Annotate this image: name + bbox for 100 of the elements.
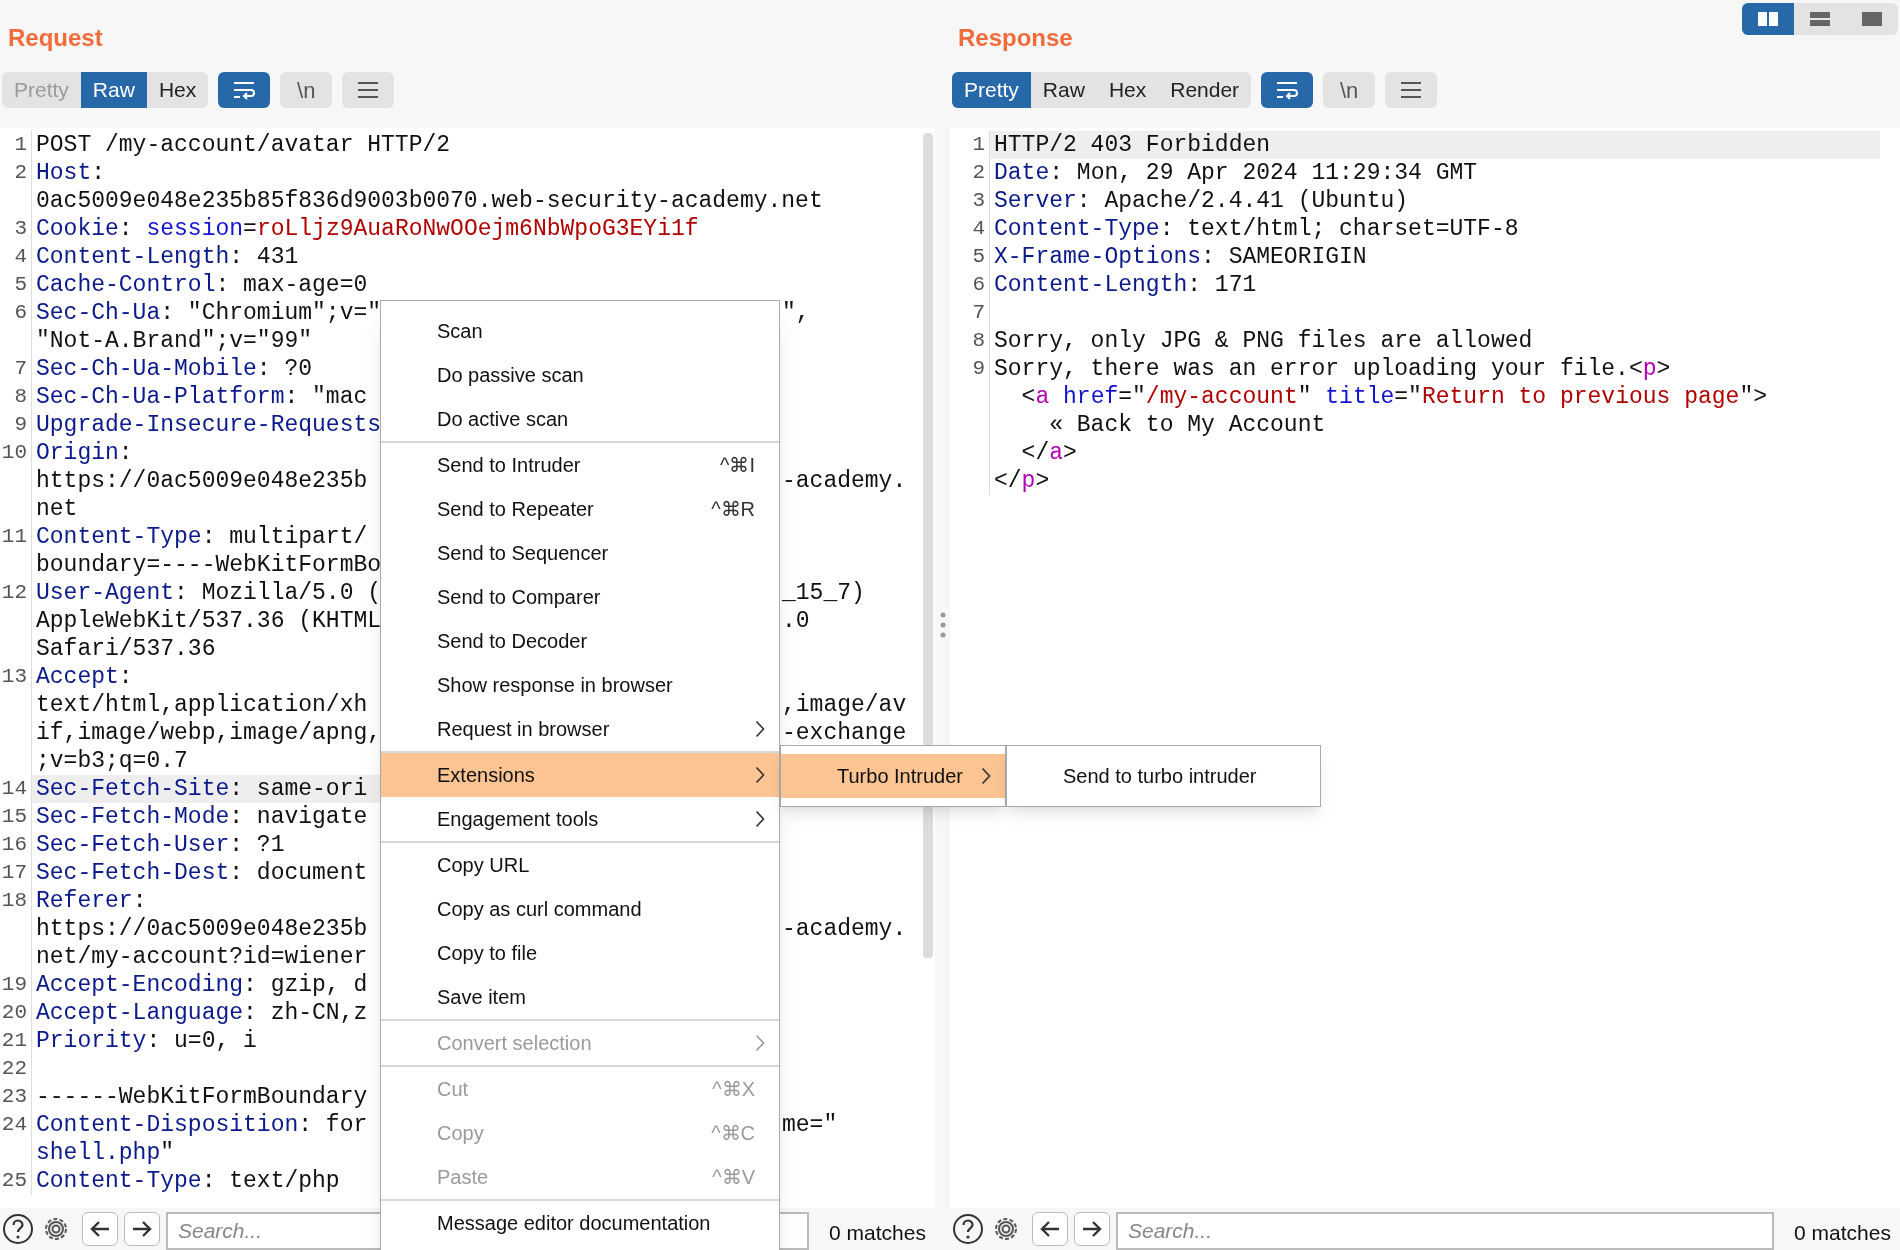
view-tab[interactable]: Raw <box>1030 72 1097 108</box>
layout-button[interactable] <box>1742 3 1794 35</box>
code-text: -exchange <box>782 720 907 746</box>
view-tab[interactable]: Raw <box>80 72 147 108</box>
menu-item[interactable]: Copy to file <box>381 931 779 975</box>
code-text: Sec-Ch-Ua-Mobile: ?0 <box>36 356 313 382</box>
code-text: Sec-Fetch-User: ?1 <box>36 832 285 858</box>
line-number: 16 <box>1 833 27 856</box>
code-text: Cache-Control: max-age=0 <box>36 272 368 298</box>
next-button[interactable] <box>1074 1212 1110 1246</box>
view-tab[interactable]: Pretty <box>952 72 1031 108</box>
code-text: ", <box>782 300 810 326</box>
line-number: 25 <box>1 1169 27 1192</box>
code-text: Content-Length: 431 <box>36 244 299 270</box>
code-text: Accept-Language: zh-CN,z <box>36 1000 368 1026</box>
code-text: _15_7) <box>782 580 865 606</box>
next-button[interactable] <box>124 1212 160 1246</box>
code-text: « Back to My Account <box>1048 412 1326 438</box>
shortcut-label: ^⌘V <box>712 1165 755 1190</box>
previous-button[interactable] <box>1032 1212 1068 1246</box>
code-text: AppleWebKit/537.36 (KHTML <box>36 608 382 634</box>
code-text: Accept-Encoding: gzip, d <box>36 972 368 998</box>
chevron-right-icon <box>755 810 765 828</box>
line-number: 6 <box>972 273 985 296</box>
menu-item[interactable]: Turbo Intruder <box>781 754 1005 798</box>
menu-item[interactable]: Do passive scan <box>381 353 779 397</box>
view-tab[interactable]: Hex <box>146 72 209 108</box>
code-text: ,image/av <box>782 692 907 718</box>
search-field[interactable]: Search... <box>1116 1212 1774 1250</box>
code-text: ;v=b3;q=0.7 <box>36 748 188 774</box>
code-text: Content-Type: text/php <box>36 1168 340 1194</box>
menu-item[interactable]: Send to Decoder <box>381 619 779 663</box>
menu-item[interactable]: Do active scan <box>381 397 779 441</box>
code-text: Origin: <box>36 440 133 466</box>
match-count: 0 matches <box>828 1220 927 1247</box>
menu-item[interactable]: Request in browser <box>381 707 779 751</box>
menu-item[interactable]: Copy as curl command <box>381 887 779 931</box>
word-wrap-button[interactable] <box>1261 72 1314 108</box>
code-text: boundary=----WebKitFormBo <box>36 552 382 578</box>
line-number: 8 <box>972 329 985 352</box>
chevron-right-icon <box>755 766 765 784</box>
line-number: 15 <box>1 805 27 828</box>
shortcut-label: ^⌘I <box>720 453 755 478</box>
line-number: 18 <box>1 889 27 912</box>
menu-item[interactable]: Message editor documentation <box>381 1201 779 1245</box>
menu-item[interactable]: Copy URL <box>381 843 779 887</box>
line-number: 2 <box>972 161 985 184</box>
menu-item[interactable]: Send to turbo intruder <box>1007 754 1320 798</box>
arrow-right-icon <box>131 1219 153 1239</box>
menu-icon <box>1400 81 1423 99</box>
code-text: Sorry, there was an error uploading your file.<p> <box>994 356 1671 382</box>
code-text: Upgrade-Insecure-Requests <box>36 412 382 438</box>
menu-button[interactable] <box>1385 72 1438 108</box>
line-number: 4 <box>14 245 27 268</box>
menu-item[interactable]: Send to Sequencer <box>381 531 779 575</box>
view-tab[interactable]: Render <box>1158 72 1252 108</box>
line-number: 12 <box>1 581 27 604</box>
menu-item[interactable]: Send to Repeater ^⌘R <box>381 487 779 531</box>
line-number: 14 <box>1 777 27 800</box>
code-text: <a href="/my-account" title="Return to previous page"> <box>1020 384 1767 410</box>
help-icon[interactable] <box>2 1213 34 1245</box>
arrow-left-icon <box>1039 1219 1061 1239</box>
previous-button[interactable] <box>82 1212 118 1246</box>
menu-button[interactable] <box>342 72 395 108</box>
line-number: 1 <box>14 133 27 156</box>
code-text: HTTP/2 403 Forbidden <box>994 132 1271 158</box>
line-number: 9 <box>14 413 27 436</box>
code-text: Content-Length: 171 <box>994 272 1257 298</box>
menu-item[interactable]: Show response in browser <box>381 663 779 707</box>
code-text: Content-Disposition: for <box>36 1112 368 1138</box>
code-text: Sorry, only JPG & PNG files are allowed <box>994 328 1533 354</box>
line-number: 3 <box>972 189 985 212</box>
code-text: me=" <box>782 1112 838 1138</box>
line-number: 20 <box>1 1001 27 1024</box>
code-text: Priority: u=0, i <box>36 1028 257 1054</box>
line-number: 13 <box>1 665 27 688</box>
newline-toggle-button[interactable]: \n <box>280 72 333 108</box>
line-number: 9 <box>972 357 985 380</box>
code-text: Host: <box>36 160 106 186</box>
code-text: if,image/webp,image/apng, <box>36 720 382 746</box>
help-icon[interactable] <box>952 1213 984 1245</box>
view-tab[interactable]: Hex <box>1096 72 1159 108</box>
line-number: 7 <box>972 301 985 324</box>
code-text: Sec-Fetch-Site: same-ori <box>36 776 368 802</box>
newline-toggle-button[interactable]: \n <box>1323 72 1376 108</box>
menu-item[interactable]: Extensions <box>381 753 779 797</box>
menu-item[interactable]: Scan <box>381 309 779 353</box>
line-number: 21 <box>1 1029 27 1052</box>
code-text: Accept: <box>36 664 133 690</box>
code-text: Sec-Fetch-Mode: navigate <box>36 804 368 830</box>
menu-item[interactable]: Engagement tools <box>381 797 779 841</box>
chevron-right-icon <box>755 720 765 738</box>
line-number: 5 <box>972 245 985 268</box>
match-count: 0 matches <box>1793 1220 1892 1247</box>
code-text: text/html,application/xh <box>36 692 368 718</box>
drag-handle-icon[interactable] <box>939 612 946 638</box>
menu-item[interactable]: Send to Comparer <box>381 575 779 619</box>
word-wrap-button[interactable] <box>218 72 271 108</box>
menu-item[interactable]: Send to Intruder ^⌘I <box>381 443 779 487</box>
menu-item[interactable]: Save item <box>381 975 779 1019</box>
